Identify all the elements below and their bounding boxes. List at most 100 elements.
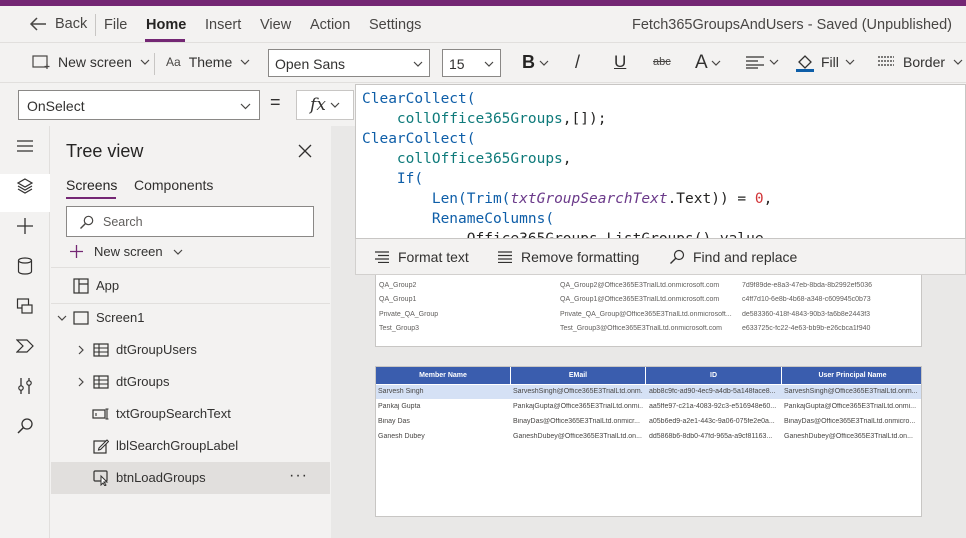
tree-item-app[interactable]: App xyxy=(51,270,330,302)
code-token: 0 xyxy=(754,191,764,207)
menu-settings[interactable]: Settings xyxy=(369,17,421,33)
table-row[interactable]: Binay Das BinayDas@Office365E3TrialLtd.on… xyxy=(376,415,921,429)
tree-new-screen-button[interactable]: New screen xyxy=(69,244,183,259)
search-icon[interactable] xyxy=(14,415,36,437)
fx-button[interactable]: fx xyxy=(296,90,354,120)
insert-plus-icon[interactable] xyxy=(14,215,36,237)
find-replace-button[interactable]: Find and replace xyxy=(669,249,797,265)
font-family-value: Open Sans xyxy=(275,56,346,72)
divider xyxy=(154,53,155,75)
divider xyxy=(51,267,330,268)
font-size-select[interactable]: 15 xyxy=(442,49,501,77)
tree-item-dtgroupusers[interactable]: dtGroupUsers xyxy=(51,334,330,366)
table-row[interactable]: QA_Group1 QA_Group1@Office365E3TrialLtd.o… xyxy=(376,293,921,308)
menu-insert[interactable]: Insert xyxy=(205,17,241,33)
formula-code-editor[interactable]: ClearCollect( collOffice365Groups,[]); C… xyxy=(355,84,966,239)
code-line: collOffice365Groups,[]); xyxy=(362,111,607,127)
table-cell: de583360-418f-4843-90b3-fa6b8e2443f3 xyxy=(742,310,871,318)
font-color-button[interactable]: A xyxy=(695,52,721,74)
table-cell: BinayDas@Office365E3TrialLtd.onmicro... xyxy=(784,418,916,425)
code-line: ClearCollect( xyxy=(362,131,476,147)
tree-item-txtgroupsearchtext[interactable]: txtGroupSearchText xyxy=(51,398,330,430)
table-row[interactable]: Ganesh Dubey GaneshDubey@Office365E3Trial… xyxy=(376,430,921,444)
tree-item-label: txtGroupSearchText xyxy=(116,406,231,421)
tab-components[interactable]: Components xyxy=(134,177,213,193)
back-button[interactable]: Back xyxy=(29,16,87,32)
menu-home[interactable]: Home xyxy=(146,17,186,33)
remove-formatting-icon xyxy=(498,251,512,263)
remove-formatting-label: Remove formatting xyxy=(521,249,640,265)
property-value: OnSelect xyxy=(27,98,85,114)
new-screen-button[interactable]: New screen xyxy=(32,54,150,70)
tree-item-btnloadgroups[interactable]: btnLoadGroups ··· xyxy=(51,462,330,494)
code-line: ClearCollect( xyxy=(362,91,476,107)
data-cylinder-icon[interactable] xyxy=(14,255,36,277)
media-icon[interactable] xyxy=(14,295,36,317)
tree-item-screen1[interactable]: Screen1 xyxy=(51,302,330,334)
table-cell: GaneshDubey@Office365E3TrialLtd.on... xyxy=(784,433,913,440)
italic-button[interactable]: / xyxy=(575,52,580,73)
table-row[interactable]: QA_Group2 QA_Group2@Office365E3TrialLtd.o… xyxy=(376,279,921,294)
table-cell: QA_Group2@Office365E3TrialLtd.onmicrosof… xyxy=(560,281,720,289)
table-row[interactable]: Private_QA_Group Private_QA_Group@Office3… xyxy=(376,308,921,323)
menu-action[interactable]: Action xyxy=(310,17,350,33)
table-cell: c4ff7d10-6e8b-4b68-a348-c609945c0b73 xyxy=(742,296,871,303)
chevron-down-icon xyxy=(140,59,150,65)
column-header[interactable]: EMail xyxy=(511,367,646,384)
chevron-down-icon xyxy=(173,249,183,255)
theme-button[interactable]: Aa Theme xyxy=(166,54,250,70)
tree-item-label: lblSearchGroupLabel xyxy=(116,438,239,453)
new-screen-icon xyxy=(32,55,50,69)
border-button[interactable]: Border xyxy=(877,54,963,70)
tree-item-dtgroups[interactable]: dtGroups xyxy=(51,366,330,398)
strikethrough-button[interactable]: abc xyxy=(653,56,671,68)
table-cell: Ganesh Dubey xyxy=(378,433,425,440)
new-screen-label: New screen xyxy=(58,54,132,70)
fill-button[interactable]: Fill xyxy=(795,52,855,72)
tree-view-title: Tree view xyxy=(66,141,144,161)
font-size-value: 15 xyxy=(449,56,465,72)
column-header[interactable]: User Principal Name xyxy=(782,367,921,384)
bold-button[interactable]: B xyxy=(522,52,549,73)
power-automate-icon[interactable] xyxy=(14,335,36,357)
menu-file[interactable]: File xyxy=(104,17,127,33)
active-tab-indicator xyxy=(66,197,116,199)
table-cell: Binay Das xyxy=(378,418,410,425)
column-header[interactable]: ID xyxy=(646,367,782,384)
tree-item-lblsearchgrouplabel[interactable]: lblSearchGroupLabel xyxy=(51,430,330,462)
search-placeholder: Search xyxy=(103,215,143,229)
menu-view[interactable]: View xyxy=(260,17,291,33)
dtgroupusers-table[interactable]: Member Name EMail ID User Principal Name… xyxy=(375,366,922,517)
table-row[interactable]: Test_Group3 Test_Group3@Office365E3TrialL… xyxy=(376,322,921,337)
code-token: If( xyxy=(396,171,424,187)
remove-formatting-button[interactable]: Remove formatting xyxy=(497,249,639,265)
property-select[interactable]: OnSelect xyxy=(18,90,260,120)
tree-view-layers-icon[interactable] xyxy=(14,175,36,197)
chevron-down-icon xyxy=(769,59,779,65)
hamburger-menu-icon[interactable] xyxy=(14,135,36,157)
advanced-tools-icon[interactable] xyxy=(14,375,36,397)
code-token: ClearCollect( xyxy=(362,91,476,107)
column-header[interactable]: Member Name xyxy=(376,367,511,384)
chevron-down-icon xyxy=(711,60,721,66)
underline-button[interactable]: U xyxy=(614,52,626,72)
more-options-button[interactable]: ··· xyxy=(289,467,308,485)
table-row[interactable]: Pankaj Gupta PankajGupta@Office365E3Trial… xyxy=(376,400,921,414)
table-row[interactable]: Sarvesh Singh SarveshSingh@Office365E3Tri… xyxy=(376,385,921,399)
table-cell: Pankaj Gupta xyxy=(378,403,421,410)
app-icon xyxy=(73,278,89,294)
tree-search-input[interactable]: Search xyxy=(66,206,314,237)
tree-item-label: App xyxy=(96,278,120,293)
close-icon[interactable] xyxy=(298,144,312,158)
format-text-button[interactable]: Format text xyxy=(374,249,469,265)
dtgroups-table[interactable]: Test_Group1Test_Group1@Office365E3TrialL… xyxy=(375,270,922,347)
table-cell: Sarvesh Singh xyxy=(378,388,424,395)
table-cell: Test_Group3@Office365E3TrialLtd.onmicros… xyxy=(560,325,722,332)
font-family-select[interactable]: Open Sans xyxy=(268,49,430,77)
code-token: collOffice365Groups xyxy=(396,111,563,127)
code-token: collOffice365Groups xyxy=(396,151,563,167)
tree-item-label: dtGroups xyxy=(116,374,170,389)
align-button[interactable] xyxy=(745,55,779,69)
tab-screens[interactable]: Screens xyxy=(66,177,117,193)
table-cell: GaneshDubey@Office365E3TrialLtd.on... xyxy=(513,433,642,440)
